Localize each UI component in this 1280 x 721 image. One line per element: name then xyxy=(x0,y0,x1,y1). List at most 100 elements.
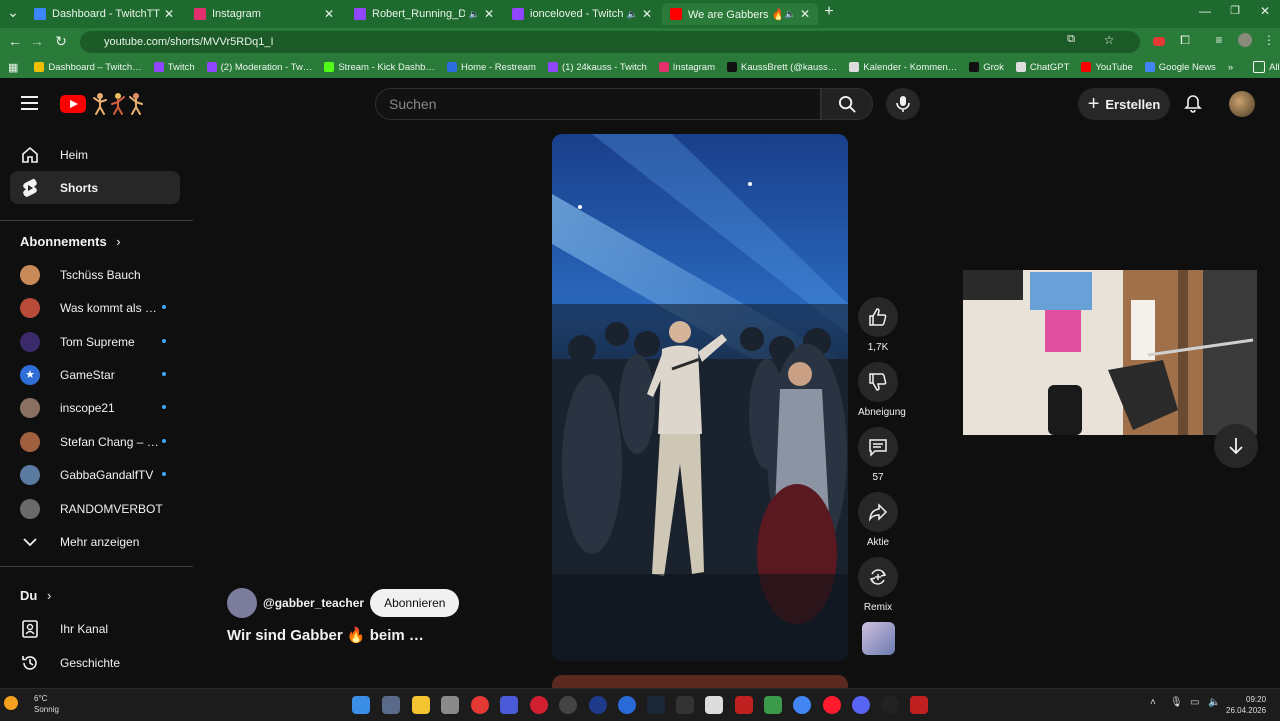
bookmark[interactable]: Instagram xyxy=(658,62,715,73)
close-icon[interactable]: ✕ xyxy=(642,7,652,21)
app-icon[interactable] xyxy=(735,696,753,714)
back-icon[interactable]: ← xyxy=(6,33,24,49)
calculator-icon[interactable] xyxy=(382,696,400,714)
short-title[interactable]: Wir sind Gabber 🔥 beim … xyxy=(227,626,424,644)
sidebar-item-home[interactable]: Heim xyxy=(10,138,180,171)
bookmark[interactable]: Twitch xyxy=(153,62,195,73)
minimize-icon[interactable]: — xyxy=(1196,4,1214,18)
translate-icon[interactable]: ⧉ xyxy=(1062,33,1080,46)
app-icon[interactable] xyxy=(764,696,782,714)
app-icon[interactable] xyxy=(500,696,518,714)
close-icon[interactable]: ✕ xyxy=(484,7,494,21)
subscribe-button[interactable]: Abonnieren xyxy=(370,589,460,617)
clock[interactable]: 09:20 26.04.2026 xyxy=(1226,694,1266,716)
tab-3[interactable]: Robert_Running_Dad - Twi… 🔈 ✕ xyxy=(346,3,502,25)
tray-chevron-up-icon[interactable]: ˄ xyxy=(1150,697,1156,708)
app-icon[interactable] xyxy=(618,696,636,714)
bookmark[interactable]: Grok xyxy=(969,62,1004,73)
app-icon[interactable] xyxy=(881,696,899,714)
hamburger-menu-icon[interactable] xyxy=(21,96,38,110)
share-button[interactable]: Aktie xyxy=(858,492,898,548)
microphone-tray-icon[interactable]: 🎙 xyxy=(1170,697,1183,708)
bookmark[interactable]: Google News xyxy=(1144,62,1216,73)
sidebar-item-subscription[interactable]: GabbaGandalfTV xyxy=(10,458,180,491)
network-icon[interactable]: ▭ xyxy=(1190,697,1199,708)
sidebar-item-subscription[interactable]: ★ GameStar xyxy=(10,358,180,391)
channel-avatar[interactable] xyxy=(227,588,257,618)
you-heading[interactable]: Du › xyxy=(20,588,51,603)
bookmark[interactable]: KaussBrett (@kauss… xyxy=(727,62,837,73)
weather-widget[interactable]: 6°C Sonnig xyxy=(34,693,59,715)
notifications-bell-icon[interactable] xyxy=(1183,94,1203,119)
bookmark[interactable]: Home - Restream xyxy=(446,62,536,73)
bookmark[interactable]: ChatGPT xyxy=(1015,62,1069,73)
voice-search-button[interactable] xyxy=(886,88,920,120)
all-bookmarks-button[interactable]: Alle Lesezeichen xyxy=(1253,61,1280,73)
show-more-button[interactable]: Mehr anzeigen xyxy=(10,525,180,558)
app-icon[interactable] xyxy=(559,696,577,714)
window-close-icon[interactable]: ✕ xyxy=(1256,4,1274,18)
short-video-player[interactable] xyxy=(552,134,848,661)
extension-icon[interactable] xyxy=(1150,33,1168,49)
close-icon[interactable]: ✕ xyxy=(164,7,174,21)
app-icon[interactable] xyxy=(530,696,548,714)
sidebar-item-subscription[interactable]: RANDOMVERBOT xyxy=(10,492,180,525)
mouse-app-icon[interactable] xyxy=(441,696,459,714)
dislike-button[interactable]: Abneigung xyxy=(858,362,906,418)
new-tab-button[interactable]: + xyxy=(820,3,838,21)
search-input[interactable]: Suchen xyxy=(375,88,821,120)
create-button[interactable]: + Erstellen xyxy=(1078,88,1170,120)
url-field[interactable]: youtube.com/shorts/MVVr5RDq1_I xyxy=(80,31,1140,53)
comments-button[interactable]: 57 xyxy=(858,427,898,483)
bookmark[interactable]: Kalender - Kommen… xyxy=(849,62,957,73)
tab-search-icon[interactable]: ⌄ xyxy=(4,4,22,21)
forward-icon[interactable]: → xyxy=(28,33,46,49)
account-avatar[interactable] xyxy=(1229,91,1255,117)
speaker-icon[interactable]: 🔈 xyxy=(469,9,480,20)
remix-button[interactable]: Remix xyxy=(858,557,898,613)
app-icon[interactable] xyxy=(910,696,928,714)
app-icon[interactable] xyxy=(471,696,489,714)
menu-icon[interactable]: ⋮ xyxy=(1260,33,1278,47)
star-icon[interactable]: ☆ xyxy=(1100,33,1118,47)
bookmarks-overflow-button[interactable]: » xyxy=(1228,62,1233,73)
youtube-logo[interactable] xyxy=(60,95,86,113)
like-button[interactable]: 1,7K xyxy=(858,297,898,353)
opera-icon[interactable] xyxy=(823,696,841,714)
next-short-preview[interactable] xyxy=(552,675,848,688)
app-icon[interactable] xyxy=(676,696,694,714)
reading-list-icon[interactable]: ≡ xyxy=(1210,33,1228,47)
tab-4[interactable]: ionceloved - Twitch 🔈 ✕ xyxy=(504,3,660,25)
tab-2[interactable]: Instagram ✕ xyxy=(186,3,342,25)
next-short-button[interactable] xyxy=(1214,424,1258,468)
subscriptions-heading[interactable]: Abonnements › xyxy=(20,234,121,249)
bookmark[interactable]: Stream - Kick Dashb… xyxy=(324,62,435,73)
maximize-icon[interactable]: ❐ xyxy=(1226,4,1244,17)
apps-grid-icon[interactable]: ▦ xyxy=(8,61,18,74)
speaker-icon[interactable]: 🔈 xyxy=(627,9,638,20)
tab-5-active[interactable]: We are Gabbers 🔥 at the… 🔈 ✕ xyxy=(662,3,818,25)
weather-icon[interactable] xyxy=(4,696,18,710)
file-explorer-icon[interactable] xyxy=(412,696,430,714)
sidebar-item-history[interactable]: Geschichte xyxy=(10,646,180,679)
discord-icon[interactable] xyxy=(852,696,870,714)
sidebar-item-subscription[interactable]: Tom Supreme xyxy=(10,325,180,358)
channel-name[interactable]: @gabber_teacher xyxy=(263,596,364,610)
sidebar-item-subscription[interactable]: Tschüss Bauch xyxy=(10,258,180,291)
chrome-icon[interactable] xyxy=(793,696,811,714)
speaker-icon[interactable]: 🔈 xyxy=(785,9,796,20)
search-button[interactable] xyxy=(821,88,873,120)
bookmark[interactable]: (2) Moderation - Tw… xyxy=(206,62,312,73)
sidebar-item-subscription[interactable]: Was kommt als … xyxy=(10,291,180,324)
bookmark[interactable]: Dashboard – Twitch… xyxy=(34,62,142,73)
puzzle-icon[interactable]: ⧠ xyxy=(1176,33,1194,48)
bookmark[interactable]: YouTube xyxy=(1081,62,1133,73)
tab-1[interactable]: Dashboard - TwitchTTS ✕ xyxy=(26,3,182,25)
steam-icon[interactable] xyxy=(647,696,665,714)
reload-icon[interactable]: ↻ xyxy=(52,33,70,50)
sidebar-item-your-channel[interactable]: Ihr Kanal xyxy=(10,612,180,645)
close-icon[interactable]: ✕ xyxy=(800,7,810,21)
start-icon[interactable] xyxy=(352,696,370,714)
profile-avatar[interactable] xyxy=(1236,33,1254,50)
close-icon[interactable]: ✕ xyxy=(324,7,334,21)
